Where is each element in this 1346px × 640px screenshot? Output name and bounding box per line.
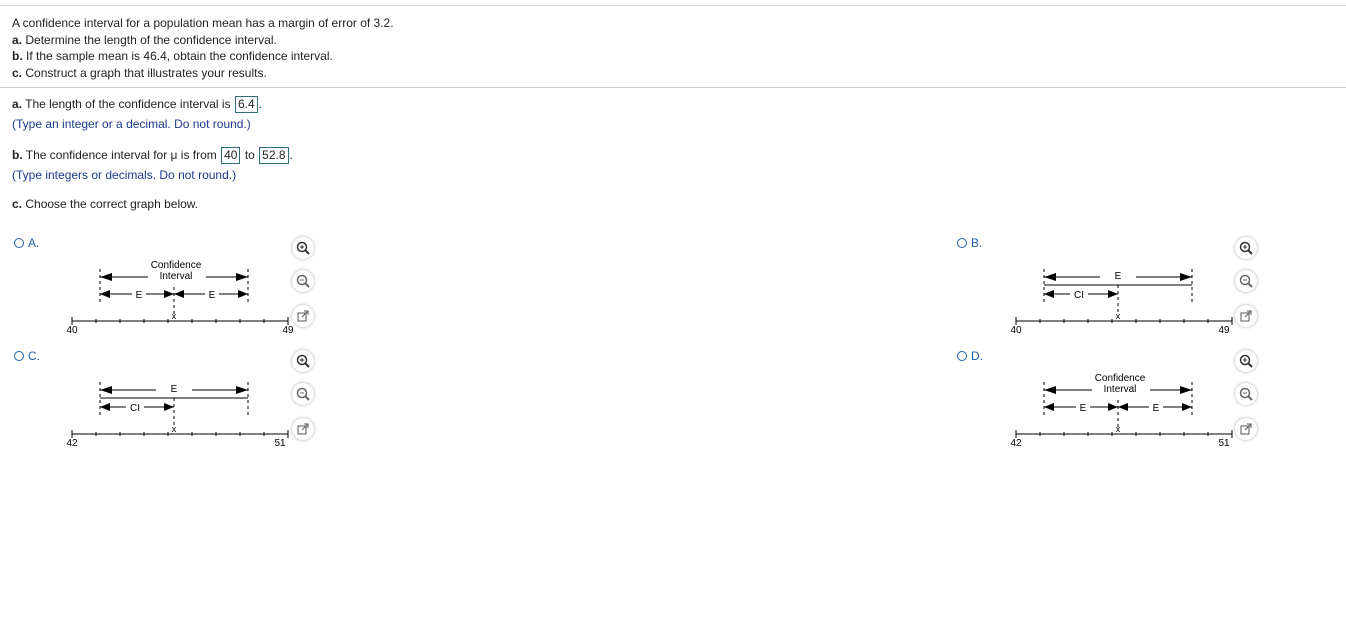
question-part-c: c. Construct a graph that illustrates yo… <box>12 65 267 80</box>
top-divider <box>0 5 1346 6</box>
graph-d-label-1: Confidence <box>1095 373 1146 384</box>
graph-a-label-1: Confidence <box>151 260 202 271</box>
question-intro: A confidence interval for a population m… <box>12 16 394 30</box>
graph-c: E CI x 42 51 <box>66 380 289 448</box>
graph-c-axis-min: 42 <box>66 438 78 448</box>
graph-b-axis-max: 49 <box>1218 325 1230 335</box>
zoom-out-icon[interactable] <box>1235 383 1257 405</box>
graph-d-e-left: E <box>1080 403 1087 414</box>
question-part-a: a. Determine the length of the confidenc… <box>12 32 277 47</box>
option-c[interactable]: C. <box>14 349 40 363</box>
question-part-b: b. If the sample mean is 46.4, obtain th… <box>12 49 333 63</box>
graph-d-axis-max: 51 <box>1218 438 1230 448</box>
part-b-hint: (Type integers or decimals. Do not round… <box>12 168 237 182</box>
graph-c-axis-max: 51 <box>274 438 286 448</box>
popout-icon[interactable] <box>1235 305 1257 327</box>
popout-icon[interactable] <box>292 418 314 440</box>
answer-box-high[interactable]: 52.8 <box>259 147 289 164</box>
graph-a-axis-max: 49 <box>282 325 294 335</box>
part-c-line: c. Choose the correct graph below. <box>12 197 199 211</box>
question-divider <box>0 87 1346 88</box>
option-b[interactable]: B. <box>957 236 982 250</box>
zoom-out-icon[interactable] <box>292 270 314 292</box>
graph-c-e: E <box>171 384 178 395</box>
zoom-in-icon[interactable] <box>1235 237 1257 259</box>
option-a[interactable]: A. <box>14 236 39 250</box>
graph-b-axis-min: 40 <box>1010 325 1022 335</box>
popout-icon[interactable] <box>292 305 314 327</box>
question-text: A confidence interval for a population m… <box>12 15 394 81</box>
graph-b-e: E <box>1115 271 1122 282</box>
radio-b[interactable] <box>957 238 967 248</box>
graph-a-axis-min: 40 <box>66 325 78 335</box>
graph-a-e-right: E <box>209 290 216 301</box>
graph-b-ci: CI <box>1074 290 1084 301</box>
zoom-out-icon[interactable] <box>1235 270 1257 292</box>
graph-a-label-2: Interval <box>160 271 193 282</box>
graph-d: Confidence Interval E E x 42 51 <box>1010 373 1233 448</box>
graph-d-e-right: E <box>1153 403 1160 414</box>
radio-d[interactable] <box>957 351 967 361</box>
graph-d-label-2: Interval <box>1104 384 1137 395</box>
radio-a[interactable] <box>14 238 24 248</box>
graph-d-xbar: x <box>1116 424 1121 434</box>
zoom-out-icon[interactable] <box>292 383 314 405</box>
option-d[interactable]: D. <box>957 349 983 363</box>
answer-box-low[interactable]: 40 <box>221 147 241 164</box>
graph-d-axis-min: 42 <box>1010 438 1022 448</box>
zoom-in-icon[interactable] <box>292 237 314 259</box>
radio-c[interactable] <box>14 351 24 361</box>
graph-c-xbar: x <box>172 424 177 434</box>
part-b-line: b. The confidence interval for μ is from… <box>12 147 293 164</box>
part-a-hint: (Type an integer or a decimal. Do not ro… <box>12 117 251 131</box>
graph-b-xbar: x <box>1116 311 1121 321</box>
graph-a-e-left: E <box>136 290 143 301</box>
graph-b: E CI x 40 49 <box>1010 267 1233 335</box>
graph-a: Confidence Interval E E x 40 49 <box>66 260 294 335</box>
graph-a-xbar: x <box>172 311 177 321</box>
zoom-in-icon[interactable] <box>1235 350 1257 372</box>
part-a-line: a. The length of the confidence interval… <box>12 96 262 113</box>
graph-c-ci: CI <box>130 403 140 414</box>
popout-icon[interactable] <box>1235 418 1257 440</box>
zoom-in-icon[interactable] <box>292 350 314 372</box>
answer-box-length[interactable]: 6.4 <box>234 96 258 113</box>
